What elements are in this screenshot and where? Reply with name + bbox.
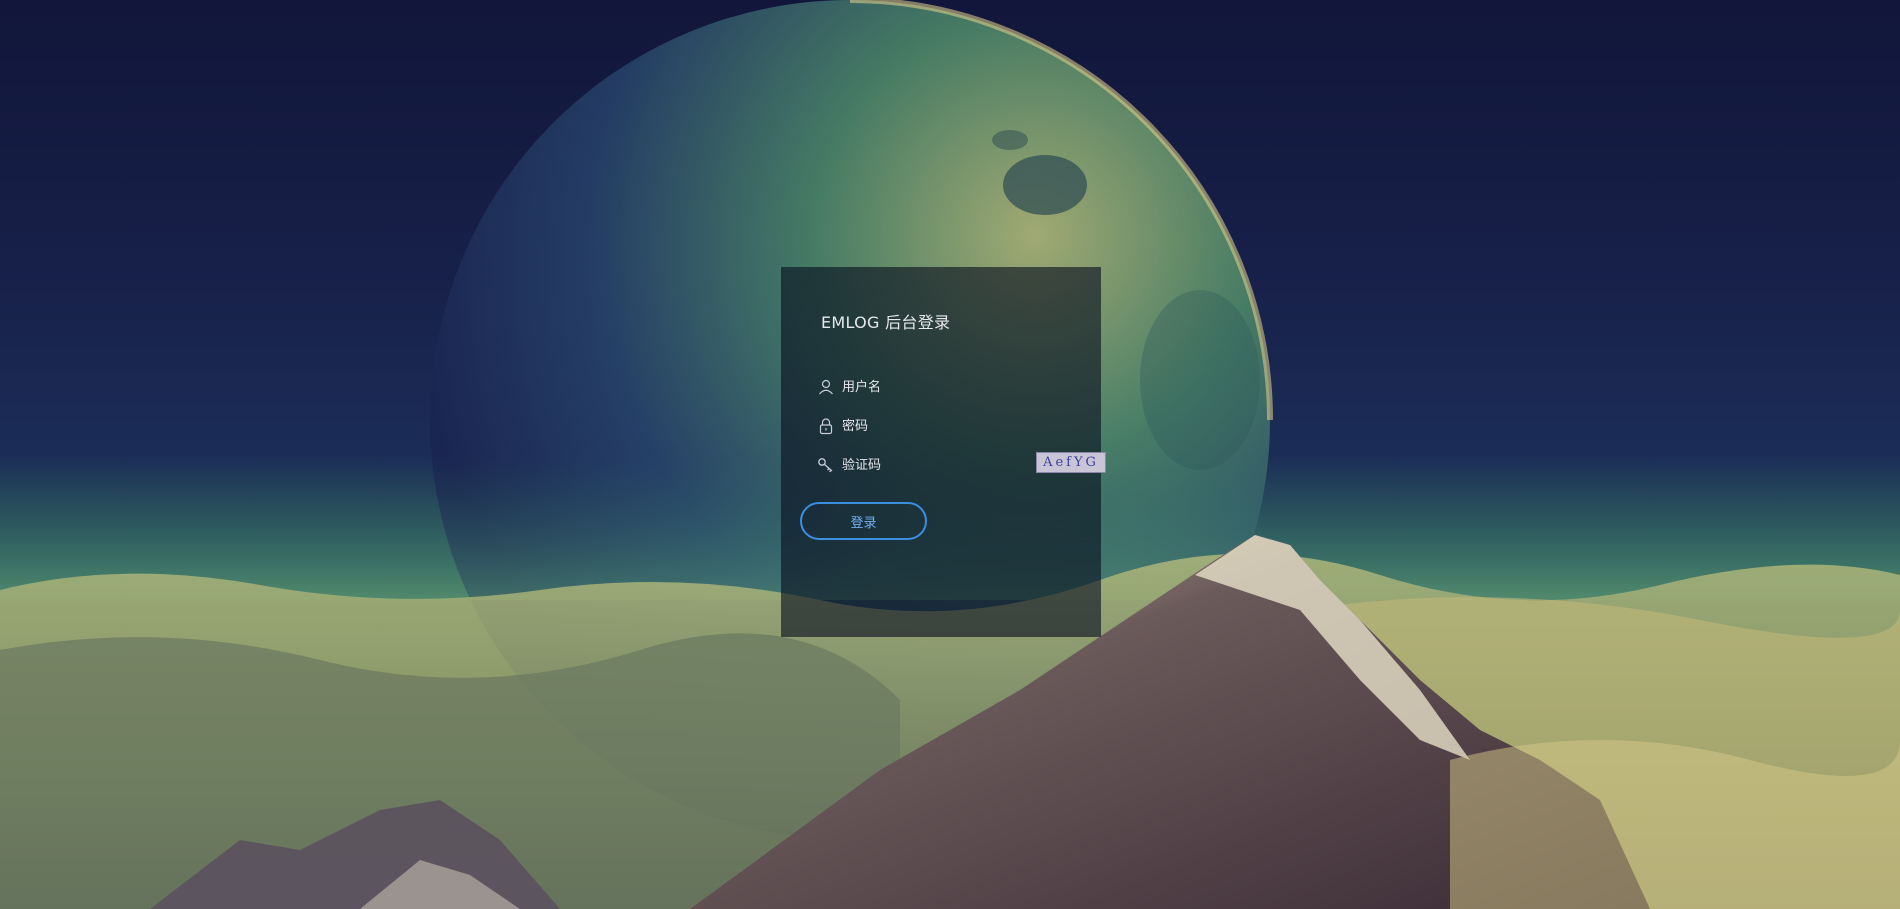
username-input[interactable] — [842, 375, 1012, 399]
user-icon — [819, 379, 833, 395]
login-panel: EMLOG 后台登录 AefYG — [781, 267, 1106, 637]
username-row — [816, 375, 1086, 399]
login-title: EMLOG 后台登录 — [821, 313, 951, 332]
login-page: EMLOG 后台登录 AefYG — [0, 0, 1900, 909]
lock-icon — [819, 418, 833, 435]
key-icon — [818, 458, 833, 473]
login-button[interactable]: 登录 — [800, 502, 927, 540]
captcha-row: AefYG — [816, 452, 1106, 477]
password-row — [816, 414, 1086, 438]
password-input[interactable] — [842, 414, 1012, 438]
captcha-input[interactable] — [842, 453, 962, 477]
captcha-image[interactable]: AefYG — [1036, 452, 1106, 473]
